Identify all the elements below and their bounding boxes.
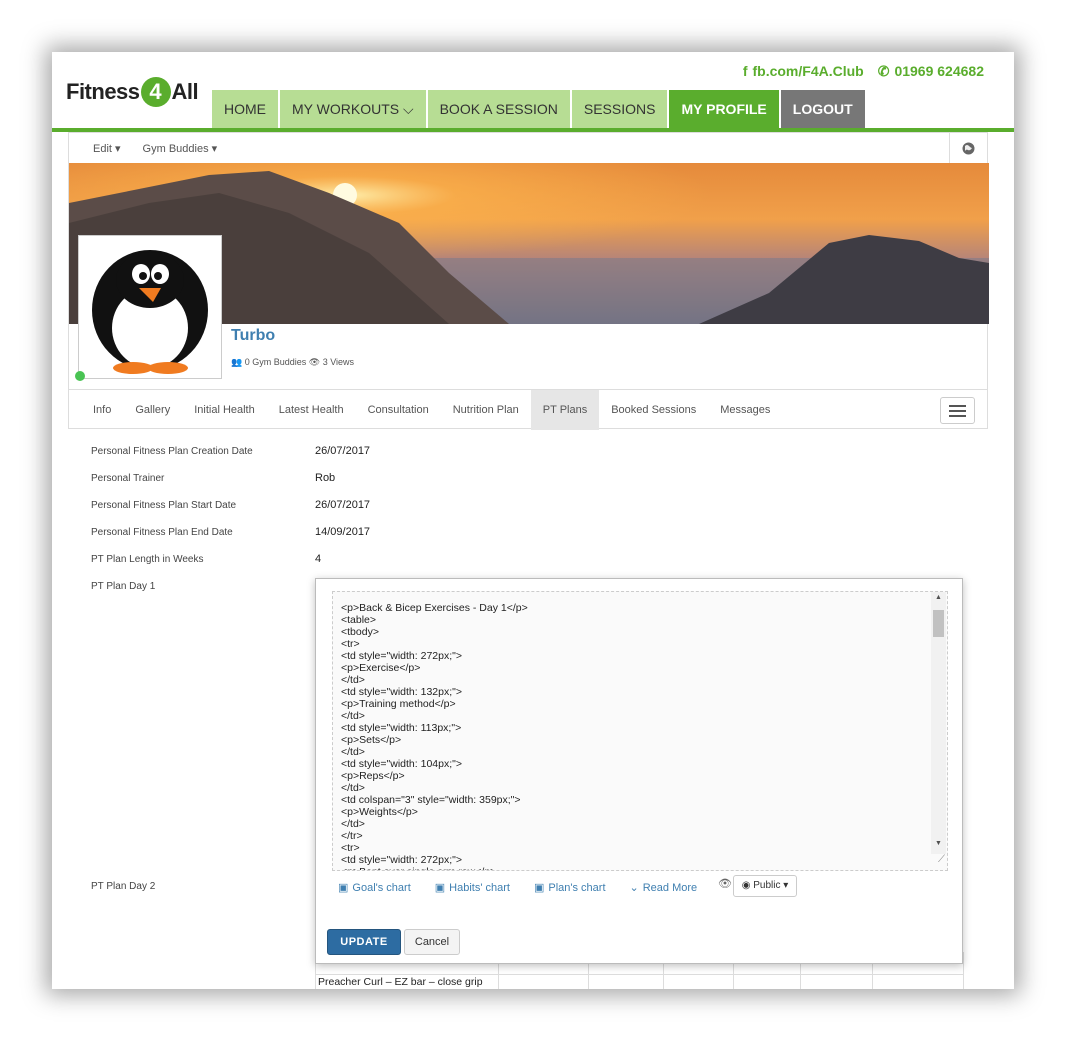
tab-booked-sessions[interactable]: Booked Sessions — [599, 390, 708, 430]
plans-chart-link[interactable]: ▣ Plan's chart — [534, 881, 606, 894]
facebook-icon: f — [742, 63, 748, 79]
tab-consultation[interactable]: Consultation — [356, 390, 441, 430]
pt-plan-editor-popup: <p>Back & Bicep Exercises - Day 1</p> <t… — [315, 578, 963, 964]
read-more-link[interactable]: ⌄ Read More — [630, 881, 698, 894]
resize-grip-icon[interactable]: ⟋ — [929, 854, 945, 868]
update-button[interactable]: UPDATE — [327, 929, 401, 955]
site-header: Fitness 4 All f fb.com/F4A.Club ✆ 01969 62… — [52, 52, 1014, 132]
online-status-dot — [75, 371, 85, 381]
image-icon: ▣ — [338, 882, 349, 894]
detail-value: 26/07/2017 — [315, 445, 371, 457]
link-label: Plan's chart — [548, 882, 606, 894]
facebook-text: fb.com/F4A.Club — [752, 63, 864, 79]
profile-avatar[interactable] — [78, 235, 222, 379]
facebook-link[interactable]: f fb.com/F4A.Club — [743, 63, 864, 80]
app-window: Fitness 4 All f fb.com/F4A.Club ✆ 01969 62… — [52, 52, 1014, 989]
editor-links: ▣ Goal's chart ▣ Habits' chart ▣ Plan's cha… — [338, 881, 697, 894]
tab-latest-health[interactable]: Latest Health — [267, 390, 356, 430]
nav-my-workouts[interactable]: MY WORKOUTS ⌵ — [280, 90, 426, 128]
detail-value: Rob — [315, 472, 336, 484]
edit-dropdown[interactable]: Edit ▾ — [93, 142, 121, 155]
visibility-label: Public ▾ — [753, 880, 789, 891]
phone-icon: ✆ — [877, 63, 890, 79]
table-cell: Preacher Curl – EZ bar – close grip — [318, 976, 483, 988]
habits-chart-link[interactable]: ▣ Habits' chart — [435, 881, 510, 894]
menu-toggle-icon[interactable] — [940, 397, 975, 424]
logo-text-left: Fitness — [66, 79, 140, 104]
profile-stats: 👥 0 Gym Buddies 👁 3 Views — [231, 357, 354, 368]
globe-small-icon: ◉ — [741, 880, 751, 891]
detail-label: Personal Fitness Plan Start Date — [91, 500, 237, 511]
profile-name[interactable]: Turbo — [231, 327, 275, 345]
cancel-button[interactable]: Cancel — [404, 929, 460, 955]
html-editor-textarea[interactable]: <p>Back & Bicep Exercises - Day 1</p> <t… — [332, 591, 948, 871]
image-icon: ▣ — [434, 882, 446, 894]
nav-logout[interactable]: LOGOUT — [780, 90, 865, 128]
contact-info: f fb.com/F4A.Club ✆ 01969 624682 — [743, 63, 984, 80]
scroll-up-icon[interactable]: ▲ — [931, 594, 946, 606]
phone-link[interactable]: ✆ 01969 624682 — [878, 63, 984, 80]
detail-label: PT Plan Length in Weeks — [91, 554, 204, 565]
profile-card: Edit ▾ Gym Buddies ▾ Turbo 👥 0 Gym Buddi… — [68, 132, 989, 430]
detail-value: 4 — [315, 553, 322, 565]
profile-toolbar: Edit ▾ Gym Buddies ▾ — [69, 133, 987, 163]
detail-label: Personal Fitness Plan End Date — [91, 527, 233, 538]
scroll-down-icon[interactable]: ▼ — [931, 840, 946, 852]
detail-label: PT Plan Day 1 — [91, 581, 156, 592]
nav-home[interactable]: HOME — [212, 90, 278, 128]
goals-chart-link[interactable]: ▣ Goal's chart — [338, 881, 411, 894]
users-icon: 👥 — [231, 357, 243, 367]
fitness4all-logo[interactable]: Fitness 4 All — [66, 72, 199, 112]
eye-icon: 👁 — [718, 878, 732, 890]
tab-nutrition-plan[interactable]: Nutrition Plan — [441, 390, 531, 430]
link-label: Read More — [642, 882, 698, 894]
detail-label: Personal Fitness Plan Creation Date — [91, 446, 253, 457]
tab-initial-health[interactable]: Initial Health — [182, 390, 267, 430]
image-icon: ▣ — [533, 882, 545, 894]
tab-info[interactable]: Info — [81, 390, 123, 430]
detail-label: Personal Trainer — [91, 473, 165, 484]
visibility-dropdown[interactable]: ◉ Public ▾ — [733, 875, 797, 897]
nav-my-profile[interactable]: MY PROFILE — [669, 90, 779, 128]
editor-code: <p>Back & Bicep Exercises - Day 1</p> <t… — [341, 602, 528, 870]
gym-buddies-dropdown[interactable]: Gym Buddies ▾ — [143, 142, 218, 155]
tab-gallery[interactable]: Gallery — [123, 390, 182, 430]
tab-messages[interactable]: Messages — [708, 390, 782, 430]
globe-icon[interactable] — [949, 133, 987, 163]
nav-book-a-session[interactable]: BOOK A SESSION — [427, 90, 570, 128]
profile-stats-text: 0 Gym Buddies 👁 3 Views — [244, 357, 355, 367]
chevron-down-icon: ⌄ — [629, 882, 639, 894]
logo-text-right: All — [171, 79, 199, 104]
tab-pt-plans[interactable]: PT Plans — [530, 389, 600, 430]
scroll-thumb[interactable] — [933, 610, 944, 637]
link-label: Habits' chart — [449, 882, 510, 894]
profile-tabs: Info Gallery Initial Health Latest Healt… — [69, 389, 987, 430]
penguin-image — [92, 250, 208, 374]
detail-label: PT Plan Day 2 — [91, 881, 156, 892]
nav-sessions[interactable]: SESSIONS — [571, 90, 668, 128]
link-label: Goal's chart — [352, 882, 411, 894]
detail-value: 26/07/2017 — [315, 499, 371, 511]
detail-value: 14/09/2017 — [315, 526, 371, 538]
logo-number: 4 — [140, 77, 171, 107]
editor-scrollbar[interactable]: ▲ ▼ — [931, 592, 946, 854]
phone-text: 01969 624682 — [894, 63, 984, 79]
main-nav: HOME MY WORKOUTS ⌵ BOOK A SESSION SESSIO… — [212, 90, 865, 128]
